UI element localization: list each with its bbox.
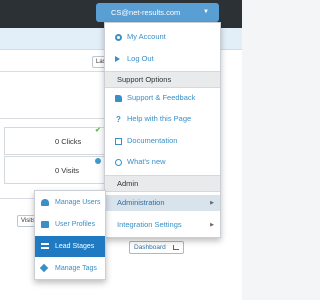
document-icon bbox=[115, 138, 122, 145]
users-icon bbox=[41, 199, 49, 206]
admin-header: Admin bbox=[105, 175, 220, 192]
menu-item-label: Log Out bbox=[127, 54, 154, 63]
logout-icon bbox=[115, 56, 120, 62]
thumbs-up-icon bbox=[115, 95, 122, 102]
menu-item-label: Administration bbox=[117, 198, 165, 207]
gears-icon bbox=[115, 34, 122, 41]
caret-down-icon: ▼ bbox=[203, 9, 209, 15]
menu-item-whats-new[interactable]: What's new bbox=[105, 154, 220, 170]
menu-item-label: Documentation bbox=[127, 136, 178, 145]
submenu-item-manage-users[interactable]: Manage Users bbox=[35, 192, 105, 213]
menu-item-label: What's new bbox=[127, 157, 166, 166]
menu-item-my-account[interactable]: My Account bbox=[105, 29, 220, 45]
menu-item-integration-settings[interactable]: Integration Settings ▶ bbox=[105, 217, 220, 233]
visits-stat-value: 0 Visits bbox=[55, 166, 80, 175]
user-dropdown-menu: My Account Log Out Support Options Suppo… bbox=[104, 22, 221, 238]
menu-item-help-page[interactable]: ? Help with this Page bbox=[105, 111, 220, 127]
tags-icon bbox=[39, 263, 49, 273]
menu-item-label: Help with this Page bbox=[127, 114, 192, 123]
menu-item-label: My Account bbox=[127, 32, 166, 41]
submenu-item-label: Manage Users bbox=[55, 199, 101, 206]
menu-item-label: Integration Settings bbox=[117, 220, 182, 229]
bar-chart-icon bbox=[173, 245, 179, 250]
menu-item-label: Support & Feedback bbox=[127, 93, 196, 102]
submenu-item-label: Lead Stages bbox=[55, 243, 95, 250]
menu-item-administration[interactable]: Administration ▶ bbox=[105, 195, 220, 211]
divider bbox=[0, 71, 104, 72]
check-icon: ✔ bbox=[95, 127, 101, 134]
support-options-header: Support Options bbox=[105, 71, 220, 88]
menu-item-documentation[interactable]: Documentation bbox=[105, 133, 220, 149]
clicks-stat-value: 0 Clicks bbox=[55, 137, 82, 146]
circle-icon bbox=[115, 159, 122, 166]
submenu-item-label: User Profiles bbox=[55, 221, 96, 228]
submenu-item-label: Manage Tags bbox=[55, 265, 97, 272]
user-email: CS@net-results.com bbox=[111, 8, 181, 17]
submenu-item-lead-stages[interactable]: Lead Stages bbox=[35, 236, 105, 257]
menu-item-log-out[interactable]: Log Out bbox=[105, 51, 220, 67]
submenu-item-user-profiles[interactable]: User Profiles bbox=[35, 214, 105, 235]
chevron-right-icon: ▶ bbox=[210, 200, 214, 206]
chevron-right-icon: ▶ bbox=[210, 222, 214, 228]
administration-submenu: Manage Users User Profiles Lead Stages M… bbox=[34, 190, 106, 280]
divider bbox=[0, 118, 104, 119]
dashboard-label: Dashboard bbox=[134, 244, 166, 251]
user-account-button[interactable]: CS@net-results.com ▼ bbox=[96, 3, 219, 22]
menu-item-support-feedback[interactable]: Support & Feedback bbox=[105, 90, 220, 106]
profile-icon bbox=[41, 221, 49, 228]
question-icon: ? bbox=[116, 115, 121, 124]
dashboard-button[interactable]: Dashboard bbox=[129, 241, 184, 254]
submenu-item-manage-tags[interactable]: Manage Tags bbox=[35, 258, 105, 279]
list-icon bbox=[41, 243, 49, 249]
globe-icon bbox=[95, 158, 101, 164]
